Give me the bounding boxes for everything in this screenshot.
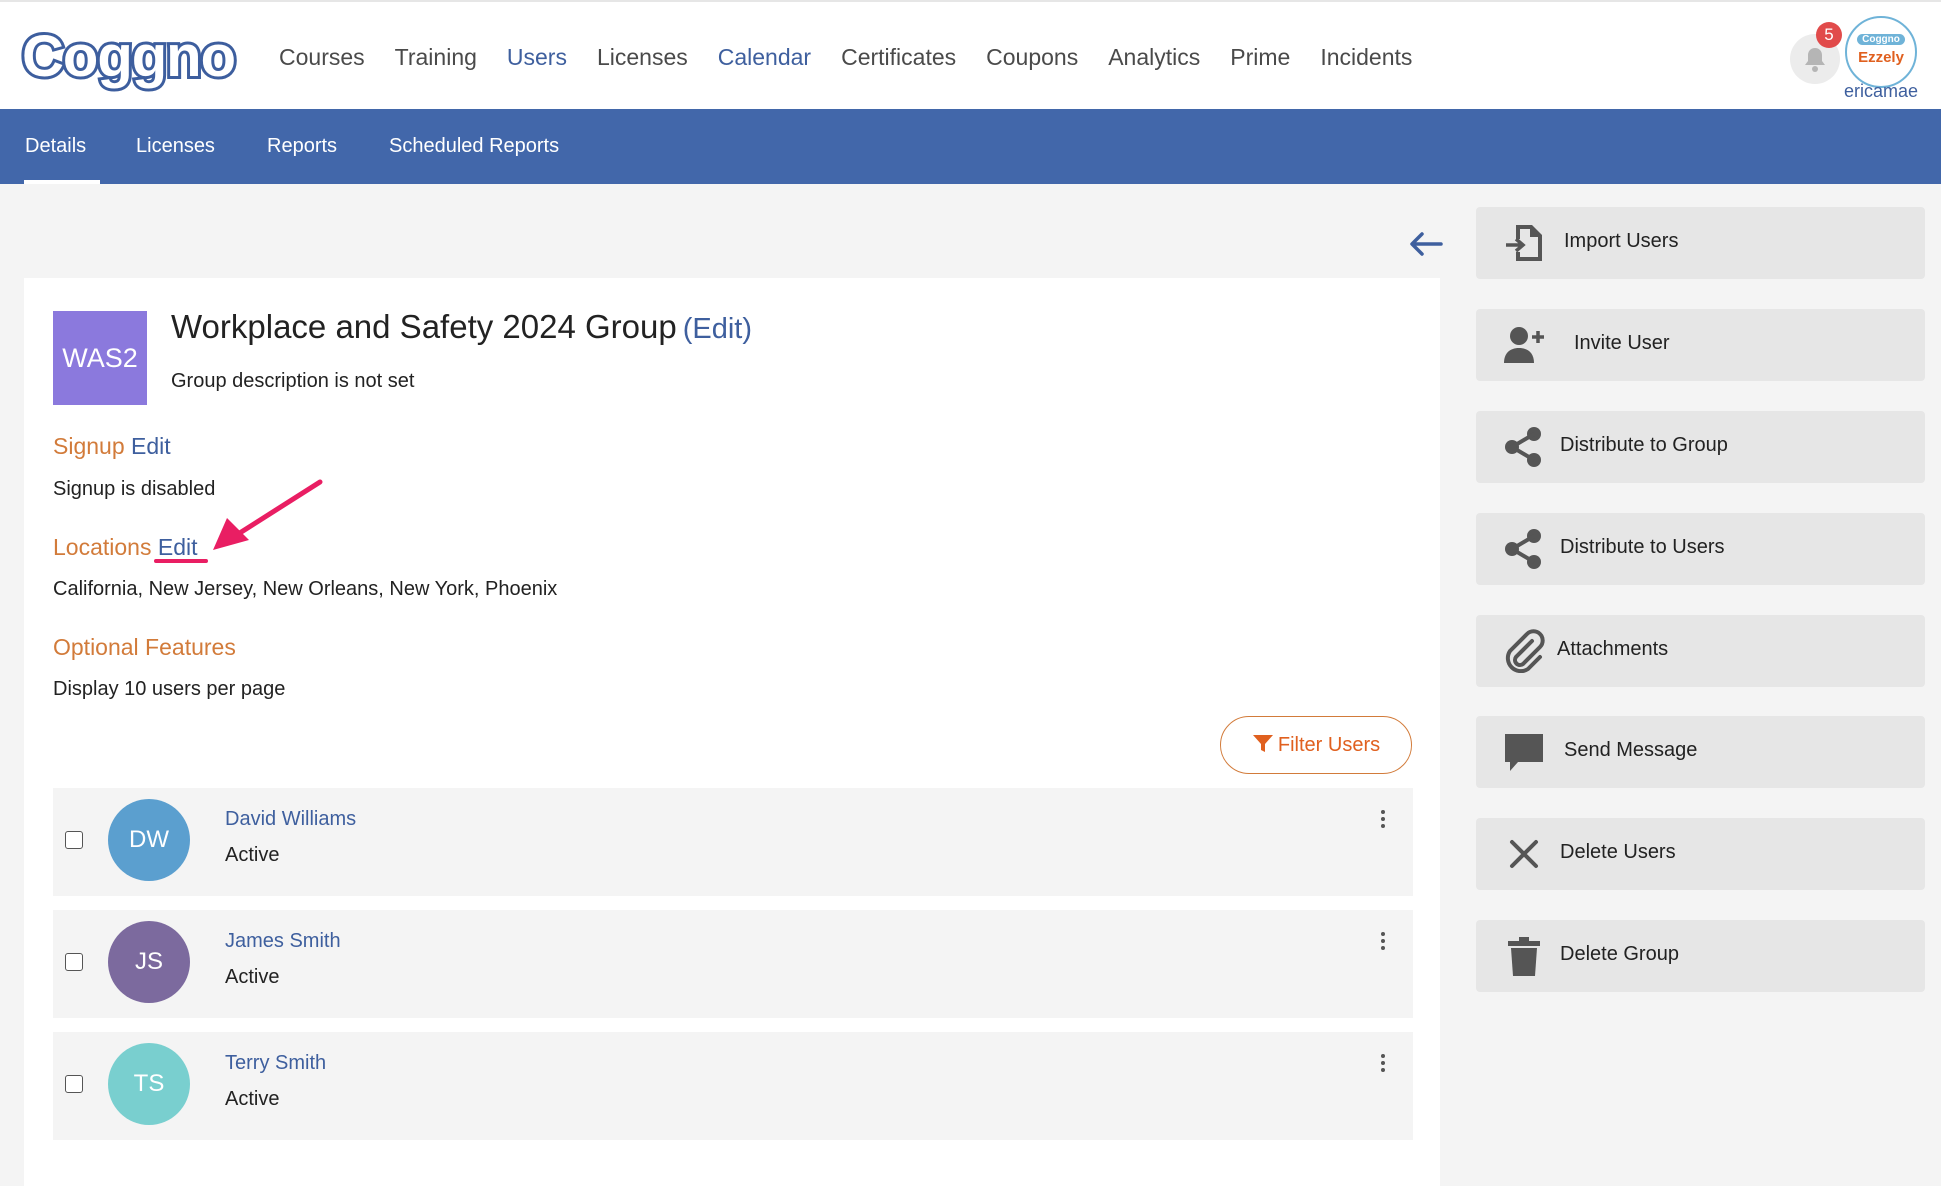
filter-users-label: Filter Users (1277, 734, 1381, 756)
attachments-label: Attachments (1557, 638, 1669, 660)
nav-coupons[interactable]: Coupons (986, 42, 1078, 72)
share-icon (1505, 427, 1541, 467)
user-avatar: DW (108, 799, 190, 881)
distribute-to-users-button[interactable]: Distribute to Users (1476, 513, 1925, 585)
tab-licenses[interactable]: Licenses (136, 109, 215, 184)
delete-users-label: Delete Users (1560, 841, 1676, 863)
edit-group-link[interactable]: (Edit) (683, 313, 752, 345)
nav-incidents[interactable]: Incidents (1320, 42, 1412, 72)
user-checkbox[interactable] (65, 953, 83, 971)
user-name-link[interactable]: Terry Smith (225, 1052, 326, 1075)
nav-prime[interactable]: Prime (1230, 42, 1290, 72)
distribute-to-users-label: Distribute to Users (1560, 536, 1725, 558)
back-button[interactable] (1408, 224, 1444, 264)
distribute-to-group-label: Distribute to Group (1560, 434, 1728, 456)
locations-heading: Locations (53, 534, 152, 560)
trash-icon (1508, 937, 1540, 976)
user-row: DW David Williams Active (53, 788, 1413, 896)
nav-licenses[interactable]: Licenses (597, 42, 688, 72)
signup-section-title: Signup Edit (53, 433, 171, 460)
user-row: JS James Smith Active (53, 910, 1413, 1018)
optional-features-text: Display 10 users per page (53, 678, 286, 700)
delete-group-label: Delete Group (1560, 943, 1679, 965)
coggno-logo[interactable]: Coggno (19, 21, 239, 92)
send-message-button[interactable]: Send Message (1476, 716, 1925, 788)
nav-analytics[interactable]: Analytics (1108, 42, 1200, 72)
locations-list: California, New Jersey, New Orleans, New… (53, 578, 558, 600)
group-description: Group description is not set (171, 370, 415, 392)
nav-training[interactable]: Training (395, 42, 477, 72)
paperclip-icon (1505, 629, 1545, 673)
signup-edit-link[interactable]: Edit (131, 433, 171, 459)
sub-nav: Details Licenses Reports Scheduled Repor… (0, 109, 1941, 184)
filter-icon (1252, 735, 1273, 752)
user-status: Active (225, 966, 280, 988)
user-name-link[interactable]: David Williams (225, 808, 356, 831)
avatar-brand-text: Coggno (1857, 34, 1905, 45)
import-icon (1506, 225, 1542, 261)
nav-users[interactable]: Users (507, 42, 567, 72)
share-icon (1505, 529, 1541, 569)
user-plus-icon (1504, 327, 1544, 363)
group-title: Workplace and Safety 2024 Group (Edit) (171, 308, 752, 346)
delete-group-button[interactable]: Delete Group (1476, 920, 1925, 992)
more-options-icon[interactable] (1375, 1052, 1391, 1078)
distribute-to-group-button[interactable]: Distribute to Group (1476, 411, 1925, 483)
user-avatar[interactable]: Coggno Ezzely (1845, 16, 1917, 88)
avatar-name-text: Ezzely (1858, 49, 1904, 66)
notification-count-badge: 5 (1816, 22, 1842, 48)
nav-certificates[interactable]: Certificates (841, 42, 956, 72)
nav-calendar[interactable]: Calendar (718, 42, 811, 72)
tab-scheduled-reports[interactable]: Scheduled Reports (389, 109, 559, 184)
attachments-button[interactable]: Attachments (1476, 615, 1925, 687)
locations-edit-link[interactable]: Edit (158, 534, 198, 560)
signup-heading: Signup (53, 433, 125, 459)
tab-details[interactable]: Details (23, 109, 101, 184)
import-users-label: Import Users (1564, 230, 1679, 252)
send-message-label: Send Message (1564, 739, 1698, 761)
main-nav: Courses Training Users Licenses Calendar… (279, 42, 1442, 72)
user-row: TS Terry Smith Active (53, 1032, 1413, 1140)
close-icon (1510, 840, 1538, 868)
group-title-text: Workplace and Safety 2024 Group (171, 308, 677, 345)
group-avatar: WAS2 (53, 311, 147, 405)
tab-reports[interactable]: Reports (267, 109, 337, 184)
message-icon (1505, 734, 1543, 771)
annotation-underline (154, 559, 208, 563)
bell-icon (1805, 48, 1825, 72)
user-status: Active (225, 844, 280, 866)
username-label[interactable]: ericamae (1836, 81, 1926, 102)
user-status: Active (225, 1088, 280, 1110)
user-checkbox[interactable] (65, 1075, 83, 1093)
user-avatar: JS (108, 921, 190, 1003)
locations-section-title: Locations Edit (53, 534, 198, 561)
optional-features-title: Optional Features (53, 634, 236, 660)
user-checkbox[interactable] (65, 831, 83, 849)
import-users-button[interactable]: Import Users (1476, 207, 1925, 279)
invite-user-button[interactable]: Invite User (1476, 309, 1925, 381)
arrow-left-icon (1410, 232, 1443, 256)
invite-user-label: Invite User (1574, 332, 1670, 354)
signup-status: Signup is disabled (53, 478, 216, 500)
filter-users-button[interactable]: Filter Users (1220, 716, 1412, 774)
user-avatar: TS (108, 1043, 190, 1125)
nav-courses[interactable]: Courses (279, 42, 365, 72)
user-name-link[interactable]: James Smith (225, 930, 341, 953)
more-options-icon[interactable] (1375, 930, 1391, 956)
annotation-arrow-icon (213, 479, 323, 550)
delete-users-button[interactable]: Delete Users (1476, 818, 1925, 890)
top-header: Coggno Courses Training Users Licenses C… (0, 0, 1941, 109)
more-options-icon[interactable] (1375, 808, 1391, 834)
